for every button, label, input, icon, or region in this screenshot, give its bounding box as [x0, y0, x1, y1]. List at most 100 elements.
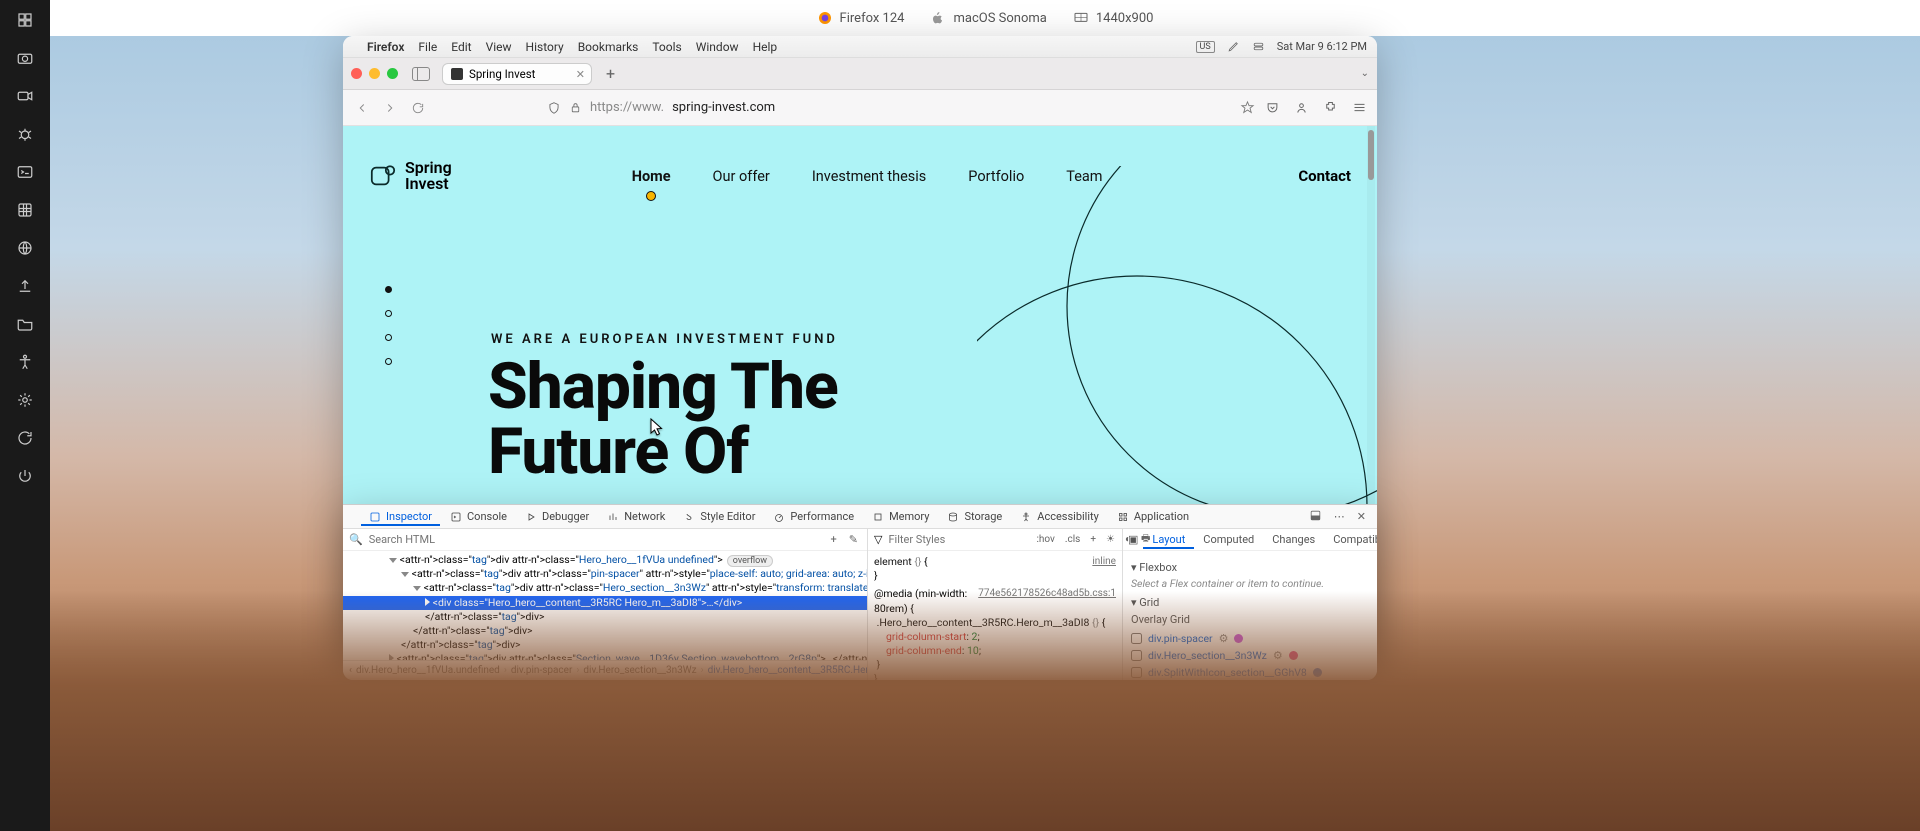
- home-icon[interactable]: [15, 10, 35, 30]
- nav-thesis[interactable]: Investment thesis: [812, 168, 926, 185]
- add-node-button[interactable]: +: [828, 533, 840, 546]
- new-tab-button[interactable]: +: [600, 64, 621, 83]
- account-icon[interactable]: [1294, 100, 1309, 115]
- tab-console[interactable]: Console: [442, 507, 515, 526]
- menu-window[interactable]: Window: [696, 40, 739, 54]
- new-rule-button[interactable]: +: [1088, 534, 1098, 545]
- light-scheme-button[interactable]: ☀: [1104, 534, 1117, 545]
- nav-offer[interactable]: Our offer: [713, 168, 770, 185]
- menu-tools[interactable]: Tools: [652, 40, 681, 54]
- close-window-button[interactable]: [351, 68, 362, 79]
- fullscreen-window-button[interactable]: [387, 68, 398, 79]
- tab-memory[interactable]: Memory: [864, 507, 937, 526]
- dom-tree[interactable]: <attr-n">class="tag">div attr-n">class="…: [343, 551, 867, 660]
- flexbox-header[interactable]: Flexbox: [1139, 561, 1177, 574]
- layout-tab[interactable]: Layout: [1143, 530, 1194, 549]
- devtools-close-button[interactable]: ✕: [1352, 507, 1371, 526]
- tabs-dropdown-button[interactable]: ⌄: [1361, 68, 1369, 79]
- video-icon[interactable]: [15, 86, 35, 106]
- grid-icon[interactable]: [15, 200, 35, 220]
- tree-line: <attr-n">class="tag">div attr-n">class="…: [400, 553, 723, 566]
- scrollbar-thumb[interactable]: [1368, 130, 1374, 180]
- address-field[interactable]: https://www.spring-invest.com: [437, 100, 1230, 115]
- shield-icon: [547, 101, 561, 115]
- tab-application[interactable]: Application: [1109, 507, 1197, 526]
- devtools-dock-button[interactable]: [1304, 506, 1327, 528]
- compat-tab[interactable]: Compatibility: [1324, 530, 1377, 549]
- styles-pane: ▽ :hov .cls + ☀ ◐ 🖶 element {} { inline}…: [868, 529, 1123, 680]
- menu-help[interactable]: Help: [753, 40, 778, 54]
- computed-tab[interactable]: Computed: [1194, 530, 1263, 549]
- menu-file[interactable]: File: [418, 40, 437, 54]
- input-language[interactable]: US: [1196, 41, 1215, 53]
- globe-icon[interactable]: [15, 238, 35, 258]
- bug-icon[interactable]: [15, 124, 35, 144]
- tab-performance[interactable]: Performance: [765, 507, 862, 526]
- menu-icon[interactable]: [1352, 100, 1367, 115]
- folder-icon[interactable]: [15, 314, 35, 334]
- grid-overlay-item[interactable]: div.Hero_section__3n3Wz⚙: [1131, 647, 1377, 664]
- tab-storage[interactable]: Storage: [939, 507, 1010, 526]
- reload-button[interactable]: [409, 99, 427, 117]
- tab-close-button[interactable]: ✕: [576, 68, 585, 81]
- page-scrollbar[interactable]: [1367, 126, 1375, 680]
- crumb-prev[interactable]: ‹: [349, 665, 352, 676]
- sidebar-toggle-button[interactable]: [412, 67, 430, 81]
- menu-bookmarks[interactable]: Bookmarks: [578, 40, 639, 54]
- extensions-icon[interactable]: [1323, 100, 1338, 115]
- logo-text: SpringInvest: [405, 160, 452, 192]
- forward-button[interactable]: [381, 99, 399, 117]
- upload-icon[interactable]: [15, 276, 35, 296]
- clock[interactable]: Sat Mar 9 6:12 PM: [1277, 40, 1367, 53]
- grid-header[interactable]: Grid: [1139, 596, 1159, 609]
- crumb[interactable]: div.Hero_hero__1fVUa.undefined: [356, 665, 500, 676]
- decorative-circles: [977, 166, 1377, 680]
- menu-edit[interactable]: Edit: [451, 40, 471, 54]
- back-button[interactable]: [353, 99, 371, 117]
- grid-overlay-item[interactable]: div.pin-spacer⚙: [1131, 630, 1377, 647]
- dot-1[interactable]: [385, 286, 392, 293]
- accessibility-icon[interactable]: [15, 352, 35, 372]
- eyedropper-button[interactable]: ✎: [846, 533, 861, 546]
- refresh-icon[interactable]: [15, 428, 35, 448]
- html-pane: 🔍 + ✎ <attr-n">class="tag">div attr-n">c…: [343, 529, 868, 680]
- pencil-icon[interactable]: [1227, 40, 1240, 53]
- tab-accessibility[interactable]: Accessibility: [1012, 507, 1107, 526]
- changes-tab[interactable]: Changes: [1263, 530, 1324, 549]
- browser-tab[interactable]: Spring Invest ✕: [442, 63, 592, 85]
- dot-2[interactable]: [385, 310, 392, 317]
- power-icon[interactable]: [15, 466, 35, 486]
- boxmodel-icon[interactable]: ▣: [1123, 530, 1143, 549]
- site-logo[interactable]: SpringInvest: [369, 160, 452, 192]
- gear-icon[interactable]: [15, 390, 35, 410]
- tab-network[interactable]: Network: [599, 507, 673, 526]
- camera-icon[interactable]: [15, 48, 35, 68]
- app-name[interactable]: Firefox: [367, 40, 404, 54]
- minimize-window-button[interactable]: [369, 68, 380, 79]
- crumb[interactable]: div.pin-spacer: [511, 665, 573, 676]
- devtools-more-button[interactable]: ⋯: [1329, 507, 1350, 526]
- menu-history[interactable]: History: [526, 40, 564, 54]
- crumb[interactable]: div.Hero_section__3n3Wz: [583, 665, 696, 676]
- css-rules[interactable]: element {} { inline} 774e562178526c48ad5…: [868, 551, 1122, 680]
- dot-4[interactable]: [385, 358, 392, 365]
- pocket-icon[interactable]: [1265, 100, 1280, 115]
- cls-toggle[interactable]: .cls: [1063, 534, 1082, 545]
- pick-element-button[interactable]: [349, 507, 359, 526]
- section-dots[interactable]: [385, 286, 392, 365]
- crumb[interactable]: div.Hero_hero__content__3R5RC.Hero_m__3a…: [708, 665, 867, 676]
- nav-home[interactable]: Home: [632, 168, 671, 185]
- tab-debugger[interactable]: Debugger: [517, 507, 597, 526]
- tab-inspector[interactable]: Inspector: [361, 507, 440, 526]
- bookmark-star-icon[interactable]: [1240, 100, 1255, 115]
- menu-view[interactable]: View: [486, 40, 512, 54]
- terminal-icon[interactable]: [15, 162, 35, 182]
- dot-3[interactable]: [385, 334, 392, 341]
- breadcrumbs[interactable]: ‹ div.Hero_hero__1fVUa.undefined› div.pi…: [343, 660, 867, 680]
- tab-style-editor[interactable]: Style Editor: [675, 507, 763, 526]
- hov-toggle[interactable]: :hov: [1034, 534, 1056, 545]
- filter-styles-input[interactable]: [888, 533, 1028, 546]
- control-center-icon[interactable]: [1252, 40, 1265, 53]
- grid-overlay-item[interactable]: div.SplitWithIcon_section__GGhV8: [1131, 664, 1377, 680]
- html-search-input[interactable]: [369, 533, 822, 546]
